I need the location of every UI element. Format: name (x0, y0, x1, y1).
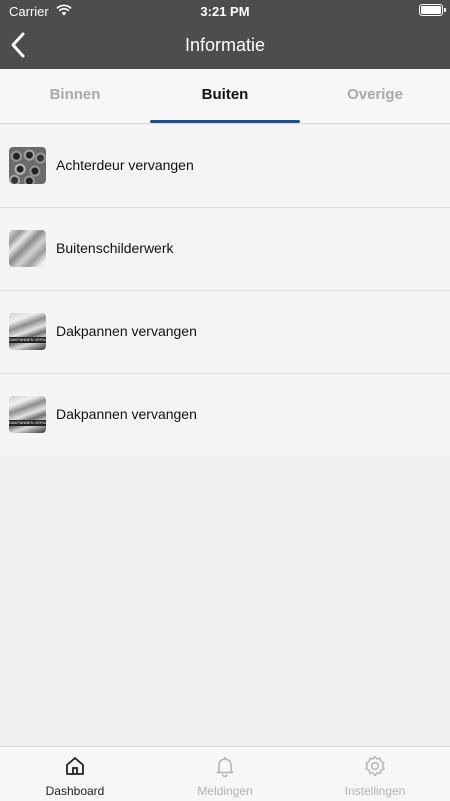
list-item-label: Dakpannen vervangen (56, 406, 197, 422)
tabbar-label: Dashboard (45, 784, 105, 798)
tab-binnen[interactable]: Binnen (0, 69, 150, 123)
status-bar: Carrier 3:21 PM (0, 0, 450, 22)
page-title: Informatie (184, 35, 266, 55)
bell-icon (216, 757, 234, 778)
battery-icon (419, 4, 446, 16)
info-list: Achterdeur vervangen Buitenschilderwerk … (0, 125, 450, 456)
gear-icon (365, 755, 385, 777)
list-item[interactable]: DAKPANNEN VERVANGEN Dakpannen vervangen (0, 374, 450, 456)
active-tab-indicator (150, 120, 300, 123)
list-item-label: Achterdeur vervangen (56, 157, 194, 173)
list-item-label: Dakpannen vervangen (56, 323, 197, 339)
tab-overige[interactable]: Overige (300, 69, 450, 123)
home-icon (66, 757, 84, 775)
app-header: Carrier 3:21 PM Informatie (0, 0, 450, 69)
tabbar-item-instellingen[interactable]: Instellingen (300, 747, 450, 801)
list-item-label: Buitenschilderwerk (56, 240, 174, 256)
status-time: 3:21 PM (200, 4, 250, 19)
roof-thumbnail: DAKPANNEN VERVANGEN (9, 396, 46, 433)
plaster-thumbnail (9, 230, 46, 267)
nav-bar: Informatie (0, 22, 450, 69)
tabbar-item-meldingen[interactable]: Meldingen (150, 747, 300, 801)
pipes-thumbnail (9, 147, 46, 184)
thumbnail-caption: DAKPANNEN VERVANGEN (9, 420, 46, 426)
tabbar-label: Instellingen (344, 784, 406, 798)
bottom-tab-bar: Dashboard Meldingen Instellingen (0, 746, 450, 801)
tab-buiten[interactable]: Buiten (150, 69, 300, 123)
tabbar-item-dashboard[interactable]: Dashboard (0, 747, 150, 801)
roof-thumbnail: DAKPANNEN VERVANGEN (9, 313, 46, 350)
thumbnail-caption: DAKPANNEN VERVANGEN (9, 337, 46, 343)
category-tabs: Binnen Buiten Overige (0, 69, 450, 124)
list-item[interactable]: Buitenschilderwerk (0, 208, 450, 291)
list-item[interactable]: DAKPANNEN VERVANGEN Dakpannen vervangen (0, 291, 450, 374)
tabbar-label: Meldingen (197, 784, 253, 798)
list-item[interactable]: Achterdeur vervangen (0, 125, 450, 208)
